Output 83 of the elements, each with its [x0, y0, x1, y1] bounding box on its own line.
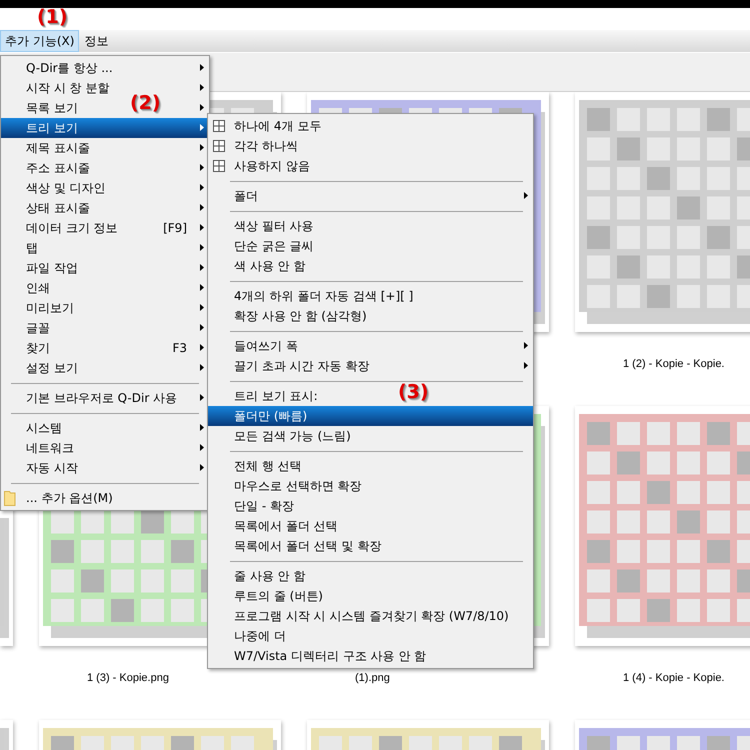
submenu-arrow-icon [200, 424, 204, 431]
submenu-arrow-icon [200, 84, 204, 91]
submenu-arrow-icon [200, 344, 204, 351]
menu-item[interactable]: 탭 [1, 238, 44, 258]
submenu-arrow-icon [200, 364, 204, 371]
file-name: (1).png [354, 672, 391, 684]
menu-item[interactable]: 마우스로 선택하면 확장 [208, 476, 368, 496]
menu-item[interactable]: 주소 표시줄 [1, 158, 96, 178]
shortcut-text: F3 [172, 341, 187, 355]
submenu-arrow-icon [200, 464, 204, 471]
menu-item[interactable]: 목록 보기 [1, 98, 84, 118]
menu-item[interactable]: W7/Vista 디렉터리 구조 사용 안 함 [208, 646, 432, 666]
file-name: 1 (4) - Kopie - Kopie. [622, 672, 726, 684]
menu-item[interactable]: 각각 하나씩 [208, 136, 304, 156]
menu-item[interactable]: 폴더만 (빠름) [208, 406, 533, 426]
submenu-arrow-icon [524, 362, 528, 369]
menu-item[interactable]: 끌기 초과 시간 자동 확장 [208, 356, 376, 376]
menu-item[interactable]: 데이터 크기 정보 [1, 218, 124, 238]
menu-bar-item[interactable]: 정보 [79, 30, 114, 52]
grid-icon [213, 140, 225, 152]
submenu-arrow-icon [200, 264, 204, 271]
submenu-arrow-icon [524, 342, 528, 349]
menu-item[interactable]: 네트워크 [1, 438, 80, 458]
menu-item[interactable]: 시작 시 창 분할 [1, 78, 116, 98]
menu-item[interactable]: ... 추가 옵션(M) [1, 488, 119, 508]
step-annotation: (1) [37, 6, 68, 28]
menu-item[interactable]: 자동 시작 [1, 458, 84, 478]
submenu-arrow-icon [200, 184, 204, 191]
grid-icon [213, 160, 225, 172]
menu-item[interactable]: 설정 보기 [1, 358, 84, 378]
menu-bar-item[interactable]: 추가 기능(X) [0, 30, 80, 52]
submenu-arrow-icon [200, 64, 204, 71]
menu-item[interactable]: 색상 및 디자인 [1, 178, 112, 198]
menu-item[interactable]: 모든 검색 가능 (느림) [208, 426, 357, 446]
submenu-arrow-icon [200, 394, 204, 401]
menu-item[interactable]: 단순 굵은 글씨 [208, 236, 320, 256]
menu-item[interactable]: 트리 보기 [1, 118, 209, 138]
submenu-arrow-icon [200, 304, 204, 311]
submenu-arrow-icon [200, 224, 204, 231]
menu-item[interactable]: 4개의 하위 폴더 자동 검색 [+][ ] [208, 286, 420, 306]
menu-item[interactable]: 폴더 [208, 186, 264, 206]
menu-item[interactable]: 전체 행 선택 [208, 456, 308, 476]
menu-item[interactable]: 들여쓰기 폭 [208, 336, 304, 356]
menu-item[interactable]: 인쇄 [1, 278, 56, 298]
menu-item[interactable]: 색 사용 안 함 [208, 256, 312, 276]
submenu-arrow-icon [200, 144, 204, 151]
menu-item[interactable]: 색상 필터 사용 [208, 216, 320, 236]
menu-item[interactable]: 목록에서 폴더 선택 [208, 516, 344, 536]
menu-item[interactable]: 시스템 [1, 418, 68, 438]
menu-item[interactable]: Q-Dir를 항상 ... [1, 58, 119, 78]
menu-item[interactable]: 하나에 4개 모두 [208, 116, 328, 136]
menu-item[interactable]: 미리보기 [1, 298, 80, 318]
menu-item[interactable]: 나중에 더 [208, 626, 292, 646]
file-name: 1 (2) - Kopie - Kopie. [622, 358, 726, 370]
menu-item[interactable]: 줄 사용 안 함 [208, 566, 312, 586]
menu-item[interactable]: 사용하지 않음 [208, 156, 316, 176]
file-name: 1 (3) - Kopie.png [86, 672, 170, 684]
submenu-arrow-icon [200, 104, 204, 111]
folder-icon [4, 490, 16, 506]
submenu-arrow-icon [200, 324, 204, 331]
step-annotation: (3) [398, 381, 429, 403]
menu-item[interactable]: 프로그램 시작 시 시스템 즐겨찾기 확장 (W7/8/10) [208, 606, 515, 626]
menu-item[interactable]: 단일 - 확장 [208, 496, 300, 516]
menu-item[interactable]: 글꼴 [1, 318, 56, 338]
submenu-arrow-icon [200, 244, 204, 251]
menu-item[interactable]: 상태 표시줄 [1, 198, 96, 218]
menu-item[interactable]: 제목 표시줄 [1, 138, 96, 158]
menu-item[interactable]: 목록에서 폴더 선택 및 확장 [208, 536, 388, 556]
menu-item[interactable]: 기본 브라우저로 Q-Dir 사용 [1, 388, 184, 408]
submenu-arrow-icon [200, 124, 204, 131]
submenu-arrow-icon [200, 204, 204, 211]
menu-item[interactable]: 확장 사용 안 함 (삼각형) [208, 306, 373, 326]
submenu-arrow-icon [200, 444, 204, 451]
menu-item[interactable]: 파일 작업 [1, 258, 84, 278]
submenu-arrow-icon [200, 284, 204, 291]
submenu-arrow-icon [200, 164, 204, 171]
menu-item[interactable]: 루트의 줄 (버튼) [208, 586, 329, 606]
menu-item[interactable]: 찾기 [1, 338, 56, 358]
submenu-arrow-icon [524, 192, 528, 199]
step-annotation: (2) [130, 92, 161, 114]
menu-section-label: 트리 보기 표시: [233, 388, 319, 404]
shortcut-text: [F9] [163, 221, 187, 235]
grid-icon [213, 120, 225, 132]
